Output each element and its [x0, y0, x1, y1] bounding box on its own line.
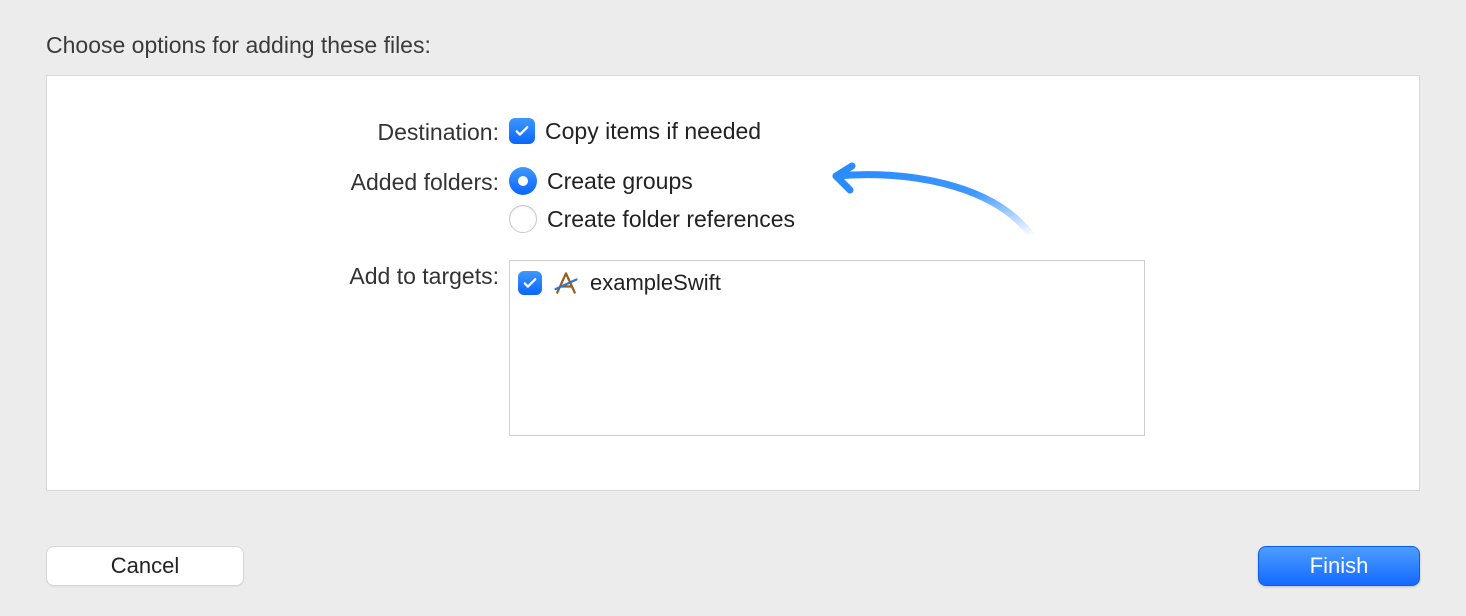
added-folders-row: Added folders: Create groups Create fold… — [87, 166, 1379, 234]
target-checkbox[interactable] — [518, 271, 542, 295]
create-groups-label: Create groups — [547, 166, 693, 196]
create-folder-refs-label: Create folder references — [547, 204, 795, 234]
target-name: exampleSwift — [590, 270, 721, 296]
sheet-title: Choose options for adding these files: — [46, 32, 1420, 59]
create-folder-refs-option[interactable]: Create folder references — [509, 204, 1379, 234]
destination-row: Destination: Copy items if needed — [87, 116, 1379, 148]
button-bar: Cancel Finish — [46, 546, 1420, 586]
target-row[interactable]: exampleSwift — [518, 267, 1136, 299]
check-icon — [521, 274, 539, 292]
targets-list[interactable]: exampleSwift — [509, 260, 1145, 436]
added-folders-label: Added folders: — [87, 166, 509, 198]
check-icon — [513, 122, 531, 140]
cancel-button-label: Cancel — [111, 553, 179, 579]
copy-items-checkbox[interactable] — [509, 118, 535, 144]
add-files-sheet: Choose options for adding these files: D… — [0, 0, 1466, 616]
finish-button-label: Finish — [1310, 553, 1369, 579]
options-panel: Destination: Copy items if needed Added … — [46, 75, 1420, 491]
app-icon — [552, 269, 580, 297]
finish-button[interactable]: Finish — [1258, 546, 1420, 586]
create-folder-refs-radio[interactable] — [509, 205, 537, 233]
copy-items-label: Copy items if needed — [545, 116, 761, 146]
add-to-targets-row: Add to targets: — [87, 260, 1379, 436]
create-groups-radio[interactable] — [509, 167, 537, 195]
cancel-button[interactable]: Cancel — [46, 546, 244, 586]
add-to-targets-label: Add to targets: — [87, 260, 509, 292]
destination-label: Destination: — [87, 116, 509, 148]
copy-items-option[interactable]: Copy items if needed — [509, 116, 1379, 146]
create-groups-option[interactable]: Create groups — [509, 166, 1379, 196]
